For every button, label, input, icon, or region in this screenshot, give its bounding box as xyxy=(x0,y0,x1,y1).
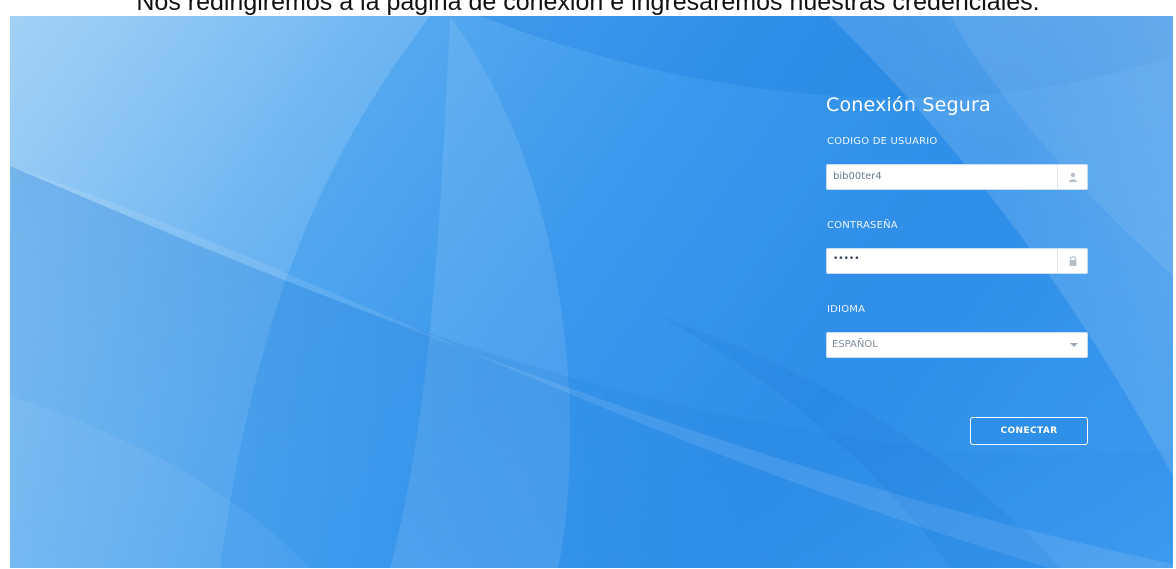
password-label: CONTRASEÑA xyxy=(827,220,898,231)
language-label: IDIOMA xyxy=(827,304,866,315)
chevron-down-icon xyxy=(1070,343,1078,347)
password-value: ••••• xyxy=(833,254,860,264)
login-screen: Conexión Segura CODIGO DE USUARIO bib00t… xyxy=(10,16,1173,568)
password-field[interactable]: ••••• xyxy=(826,248,1088,274)
user-icon xyxy=(1057,165,1087,189)
login-title: Conexión Segura xyxy=(826,94,991,116)
user-code-field[interactable]: bib00ter4 xyxy=(826,164,1088,190)
lock-icon xyxy=(1057,249,1087,273)
caption-text: Nos redirigiremos a la página de conexió… xyxy=(136,0,1040,16)
connect-button[interactable]: CONECTAR xyxy=(970,417,1088,445)
user-code-value: bib00ter4 xyxy=(833,171,882,182)
language-select[interactable]: ESPAÑOL xyxy=(826,332,1088,358)
user-code-label: CODIGO DE USUARIO xyxy=(827,136,938,147)
language-value: ESPAÑOL xyxy=(832,339,878,350)
login-form: Conexión Segura CODIGO DE USUARIO bib00t… xyxy=(826,94,1090,454)
